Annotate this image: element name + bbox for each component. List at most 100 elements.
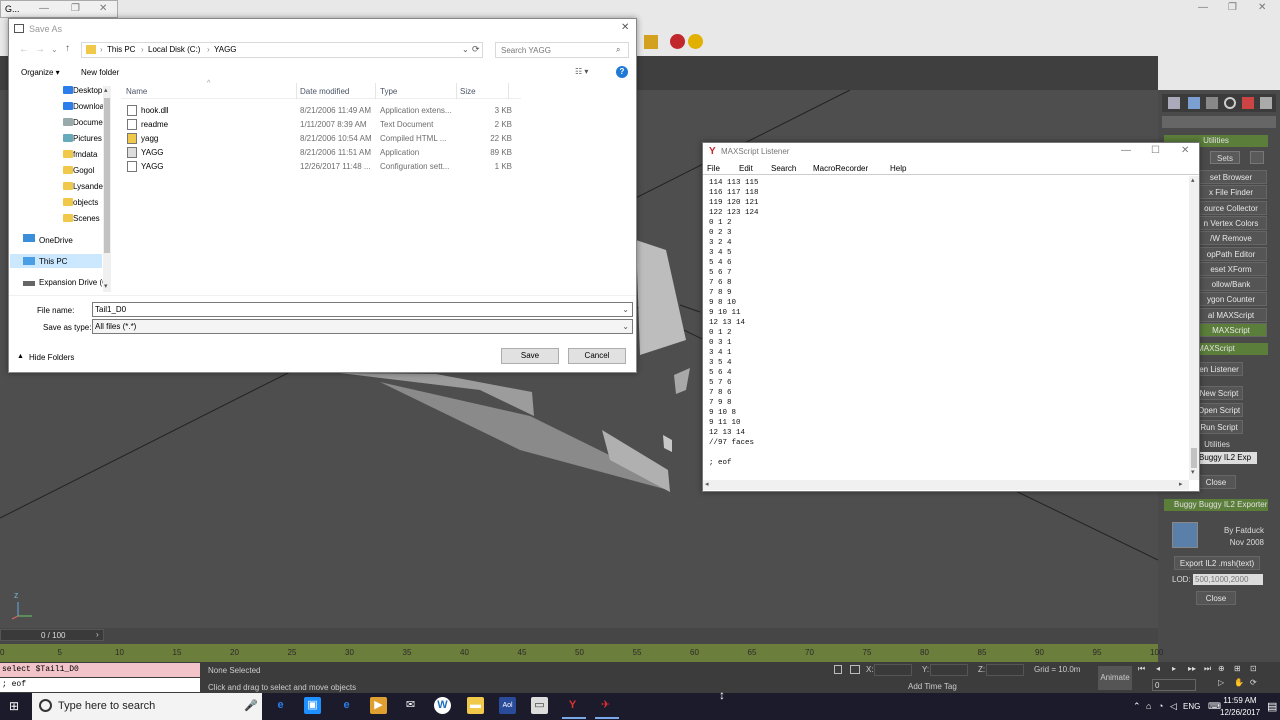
listener-vscrollbar[interactable]: ▴ ▾ xyxy=(1189,176,1199,480)
wifi-icon[interactable]: ◔ xyxy=(1158,701,1163,711)
breadcrumb-this-pc[interactable]: This PC xyxy=(107,45,135,54)
listener-close-button[interactable]: ✕ xyxy=(1181,145,1189,156)
mini-listener-output[interactable]: ; eof xyxy=(0,678,200,692)
tree-onedrive[interactable]: OneDrive xyxy=(39,236,73,245)
column-type[interactable]: Type xyxy=(380,87,397,96)
tree-item-objects[interactable]: objects xyxy=(41,195,109,211)
utility-button[interactable]: eset XForm xyxy=(1195,261,1267,276)
organize-button[interactable]: Organize ▾ xyxy=(21,68,60,77)
address-dropdown-icon[interactable]: ⌄ xyxy=(462,45,469,54)
tree-item-lysander-1[interactable]: Lysander_1 xyxy=(41,179,109,195)
panel-tabs[interactable] xyxy=(1162,94,1276,112)
maxscript-button[interactable]: Run Script xyxy=(1195,420,1243,434)
listener-output[interactable]: 114 113 115 116 117 118 119 120 121 122 … xyxy=(709,178,1183,478)
store-taskbar-icon[interactable]: ▣ xyxy=(304,697,321,714)
exporter-rollout-header[interactable]: Buggy Buggy IL2 Exporter xyxy=(1164,499,1268,511)
cancel-button[interactable]: Cancel xyxy=(568,348,626,364)
dialog-close-icon[interactable]: ✕ xyxy=(621,22,629,33)
up-arrow-icon[interactable]: ↑ xyxy=(65,43,70,54)
language-indicator[interactable]: ENG xyxy=(1183,702,1200,711)
ie-taskbar-icon[interactable]: e xyxy=(338,697,355,714)
utilities-tab-icon[interactable] xyxy=(1260,97,1272,109)
tree-item-scenes[interactable]: Scenes xyxy=(41,211,109,227)
refresh-icon[interactable]: ⟳ xyxy=(472,44,480,55)
tree-item-downloads[interactable]: Downloads⊸ xyxy=(41,99,109,115)
tree-expansion-drive[interactable]: Expansion Drive (C xyxy=(39,278,103,287)
media-taskbar-icon[interactable]: ▶ xyxy=(370,697,387,714)
utility-button[interactable]: al MAXScript xyxy=(1195,307,1267,322)
pan-icon[interactable]: ✋ xyxy=(1234,678,1244,687)
hide-folders-button[interactable]: Hide Folders xyxy=(29,353,74,362)
file-row[interactable]: YAGG 12/26/2017 11:48 ... Configuration se… xyxy=(121,160,521,174)
go-to-start-icon[interactable]: ⏮ xyxy=(1138,664,1145,674)
create-tab-icon[interactable] xyxy=(1168,97,1180,109)
current-frame-field[interactable]: 0 xyxy=(1152,679,1196,691)
column-name[interactable]: Name xyxy=(126,87,147,96)
help-icon[interactable]: ? xyxy=(616,66,628,78)
absolute-mode-icon[interactable] xyxy=(850,665,860,674)
sets-button[interactable]: Sets xyxy=(1210,151,1240,164)
go-to-end-icon[interactable]: ⏭ xyxy=(1204,664,1211,674)
menu-macrorecorder[interactable]: MacroRecorder xyxy=(813,164,868,173)
timeline[interactable]: 0 / 100 › 0 5 10 15 20 25 30 35 40 45 50 55 60 65 70 75… xyxy=(0,628,1163,662)
search-box[interactable]: Search YAGG ⌕ xyxy=(495,42,629,58)
play-icon[interactable]: ▸ xyxy=(1172,664,1176,673)
hierarchy-tab-icon[interactable] xyxy=(1206,97,1218,109)
clock-time[interactable]: 11:59 AM xyxy=(1220,696,1260,705)
mini-listener-macro[interactable]: select $Tail1_D0 xyxy=(0,663,200,677)
zoom-all-icon[interactable]: ⊞ xyxy=(1234,664,1241,673)
max-close-button[interactable]: ✕ xyxy=(1258,2,1266,13)
utility-button[interactable]: n Vertex Colors xyxy=(1195,215,1267,230)
file-name-input[interactable]: Tail1_D0 ⌄ xyxy=(92,302,633,317)
orbit-icon[interactable]: ⟳ xyxy=(1250,678,1257,687)
nav-scrollbar[interactable]: ▴ ▾ xyxy=(103,86,111,292)
tree-item-fmdata[interactable]: fmdata⊸ xyxy=(41,147,109,163)
file-row[interactable]: yagg 8/21/2006 10:54 AM Compiled HTML ... 2… xyxy=(121,132,521,146)
clock-date[interactable]: 12/26/2017 xyxy=(1220,708,1260,717)
change-view-button[interactable]: ☷ ▾ xyxy=(575,67,588,76)
breadcrumb-local-disk[interactable]: Local Disk (C:) xyxy=(148,45,200,54)
z-coordinate-field[interactable] xyxy=(986,664,1024,676)
word-taskbar-icon[interactable]: W xyxy=(434,697,451,714)
tree-item-pictures[interactable]: Pictures⊸ xyxy=(41,131,109,147)
menu-help[interactable]: Help xyxy=(890,164,906,173)
save-button[interactable]: Save xyxy=(501,348,559,364)
network-icon[interactable]: ⌂ xyxy=(1146,701,1151,711)
animate-button[interactable]: Animate xyxy=(1098,666,1132,690)
zoom-extents-icon[interactable]: ⊡ xyxy=(1250,664,1257,673)
close-button-1[interactable]: Close xyxy=(1196,475,1236,489)
display-tab-icon[interactable] xyxy=(1242,97,1254,109)
back-arrow-icon[interactable]: ← xyxy=(19,44,29,55)
hide-folders-chevron-icon[interactable]: ▲ xyxy=(17,353,24,360)
maxscript-button[interactable]: en Listener xyxy=(1195,362,1243,376)
microphone-icon[interactable]: 🎤 xyxy=(244,699,258,712)
start-windows-icon[interactable]: ⊞ xyxy=(9,700,22,713)
edge-taskbar-icon[interactable]: e xyxy=(272,697,289,714)
lod-input[interactable]: 500,1000,2000 xyxy=(1193,574,1263,585)
column-size[interactable]: Size xyxy=(460,87,476,96)
zoom-icon[interactable]: ⊕ xyxy=(1218,664,1225,673)
menu-search[interactable]: Search xyxy=(771,164,796,173)
motion-tab-icon[interactable] xyxy=(1224,97,1236,109)
max-toolbar-icons[interactable] xyxy=(640,32,710,52)
file-name-dropdown-icon[interactable]: ⌄ xyxy=(622,303,629,316)
listener-minimize-button[interactable]: — xyxy=(1121,145,1131,156)
explorer-taskbar-icon[interactable]: ▬ xyxy=(467,697,484,714)
file-row[interactable]: hook.dll 8/21/2006 11:49 AM Application ex… xyxy=(121,104,521,118)
recent-dropdown-icon[interactable]: ⌄ xyxy=(51,45,58,54)
maxscript-button[interactable]: New Script xyxy=(1195,386,1243,400)
max-small-window[interactable]: G... — ❐ ✕ xyxy=(0,0,118,18)
y-coordinate-field[interactable] xyxy=(930,664,968,676)
utilities-dropdown[interactable]: Buggy IL2 Exp xyxy=(1197,452,1257,464)
save-type-dropdown-icon[interactable]: ⌄ xyxy=(622,320,629,333)
new-folder-button[interactable]: New folder xyxy=(81,68,119,77)
listener-hscrollbar[interactable]: ◂ ▸ xyxy=(703,480,1189,490)
notifications-icon[interactable]: ▤ xyxy=(1267,700,1277,713)
add-time-tag[interactable]: Add Time Tag xyxy=(908,682,957,691)
configure-sets-icon[interactable] xyxy=(1250,151,1264,164)
tree-item-gogol[interactable]: Gogol xyxy=(41,163,109,179)
close-button-2[interactable]: Close xyxy=(1196,591,1236,605)
utility-button[interactable]: x File Finder xyxy=(1195,185,1267,200)
il2-taskbar-icon[interactable]: ✈ xyxy=(597,697,614,714)
aol-taskbar-icon[interactable]: Aol xyxy=(499,697,516,714)
